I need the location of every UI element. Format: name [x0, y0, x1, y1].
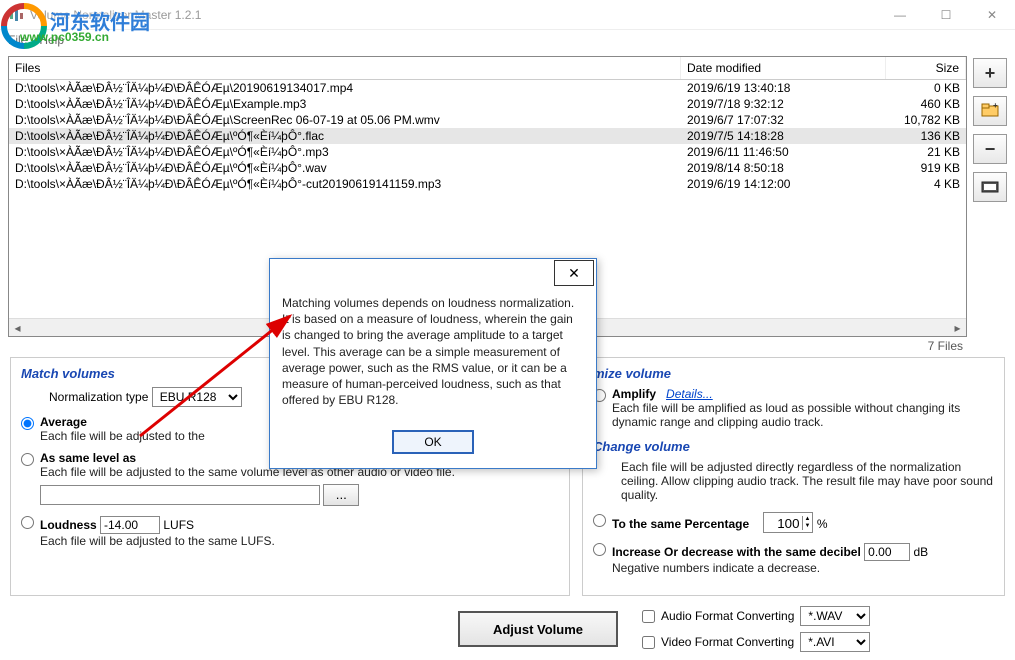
cell-date: 2019/6/19 13:40:18	[681, 80, 886, 96]
folder-plus-icon: +	[981, 103, 999, 120]
cell-path: D:\tools\×ÀÃæ\ÐÂ½¨ÎÄ¼þ¼Ð\ÐÂÊÓÆµ\20190619…	[9, 80, 681, 96]
titlebar: Volume Normalizer Master 1.2.1 — ☐ ✕	[0, 0, 1015, 30]
cell-size: 10,782 KB	[886, 112, 966, 128]
table-row[interactable]: D:\tools\×ÀÃæ\ÐÂ½¨ÎÄ¼þ¼Ð\ÐÂÊÓÆµ\ºÓ¶«Èí¼þ…	[9, 128, 966, 144]
window-title: Volume Normalizer Master 1.2.1	[30, 8, 201, 22]
plus-icon: +	[985, 63, 996, 84]
menu-file[interactable]: File	[8, 33, 27, 47]
right-group: mize volume Amplify Details... Each file…	[582, 357, 1005, 596]
table-row[interactable]: D:\tools\×ÀÃæ\ÐÂ½¨ÎÄ¼þ¼Ð\ÐÂÊÓÆµ\ºÓ¶«Èí¼þ…	[9, 160, 966, 176]
dialog-body-text: Matching volumes depends on loudness nor…	[270, 287, 596, 422]
cell-date: 2019/6/7 17:07:32	[681, 112, 886, 128]
decibel-label: Increase Or decrease with the same decib…	[612, 545, 861, 559]
amplify-desc: Each file will be amplified as loud as p…	[612, 401, 994, 429]
cell-path: D:\tools\×ÀÃæ\ÐÂ½¨ÎÄ¼þ¼Ð\ÐÂÊÓÆµ\ºÓ¶«Èí¼þ…	[9, 176, 681, 192]
cell-date: 2019/6/19 14:12:00	[681, 176, 886, 192]
decibel-note: Negative numbers indicate a decrease.	[612, 561, 928, 575]
cell-size: 919 KB	[886, 160, 966, 176]
normalization-type-label: Normalization type	[49, 390, 148, 404]
percentage-radio[interactable]	[593, 514, 606, 527]
audio-convert-label: Audio Format Converting	[661, 609, 794, 623]
adjust-volume-button[interactable]: Adjust Volume	[458, 611, 618, 647]
menu-help[interactable]: Help	[39, 33, 64, 47]
chevron-down-icon[interactable]: ▼	[802, 523, 813, 530]
cell-path: D:\tools\×ÀÃæ\ÐÂ½¨ÎÄ¼þ¼Ð\ÐÂÊÓÆµ\ºÓ¶«Èí¼þ…	[9, 128, 681, 144]
video-convert-checkbox[interactable]	[642, 636, 655, 649]
scroll-right-icon[interactable]: ▸	[949, 319, 966, 336]
average-label: Average	[40, 415, 205, 429]
table-row[interactable]: D:\tools\×ÀÃæ\ÐÂ½¨ÎÄ¼þ¼Ð\ÐÂÊÓÆµ\ºÓ¶«Èí¼þ…	[9, 144, 966, 160]
table-row[interactable]: D:\tools\×ÀÃæ\ÐÂ½¨ÎÄ¼þ¼Ð\ÐÂÊÓÆµ\20190619…	[9, 80, 966, 96]
amplify-label: Amplify	[612, 387, 656, 401]
column-header-files[interactable]: Files	[9, 57, 681, 79]
column-header-date[interactable]: Date modified	[681, 57, 886, 79]
decibel-input[interactable]	[864, 543, 910, 561]
cell-size: 136 KB	[886, 128, 966, 144]
cell-size: 460 KB	[886, 96, 966, 112]
cell-date: 2019/7/18 9:32:12	[681, 96, 886, 112]
loudness-radio[interactable]	[21, 516, 34, 529]
same-level-radio[interactable]	[21, 453, 34, 466]
cell-path: D:\tools\×ÀÃæ\ÐÂ½¨ÎÄ¼þ¼Ð\ÐÂÊÓÆµ\Example.…	[9, 96, 681, 112]
average-desc: Each file will be adjusted to the	[40, 429, 205, 443]
cell-size: 0 KB	[886, 80, 966, 96]
loudness-unit: LUFS	[163, 518, 194, 532]
clear-icon	[981, 177, 999, 198]
menubar: File Help	[0, 30, 1015, 50]
decibel-unit: dB	[913, 545, 928, 559]
decibel-radio[interactable]	[593, 543, 606, 556]
browse-button[interactable]: ...	[323, 484, 359, 506]
cell-date: 2019/7/5 14:18:28	[681, 128, 886, 144]
add-folder-button[interactable]: +	[973, 96, 1007, 126]
cell-path: D:\tools\×ÀÃæ\ÐÂ½¨ÎÄ¼þ¼Ð\ÐÂÊÓÆµ\ScreenRe…	[9, 112, 681, 128]
cell-path: D:\tools\×ÀÃæ\ÐÂ½¨ÎÄ¼þ¼Ð\ÐÂÊÓÆµ\ºÓ¶«Èí¼þ…	[9, 160, 681, 176]
audio-convert-checkbox[interactable]	[642, 610, 655, 623]
percentage-spinner[interactable]: ▲▼	[763, 512, 814, 533]
dialog-ok-button[interactable]: OK	[392, 430, 474, 454]
dialog-close-button[interactable]: ✕	[554, 260, 594, 286]
maximize-button[interactable]: ☐	[923, 0, 969, 30]
loudness-input[interactable]	[100, 516, 160, 534]
scroll-left-icon[interactable]: ◂	[9, 319, 26, 336]
cell-size: 21 KB	[886, 144, 966, 160]
minimize-button[interactable]: —	[877, 0, 923, 30]
minus-icon: −	[985, 139, 996, 160]
chevron-up-icon[interactable]: ▲	[802, 516, 813, 523]
info-dialog: ✕ Matching volumes depends on loudness n…	[269, 258, 597, 469]
clear-list-button[interactable]	[973, 172, 1007, 202]
table-row[interactable]: D:\tools\×ÀÃæ\ÐÂ½¨ÎÄ¼þ¼Ð\ÐÂÊÓÆµ\ºÓ¶«Èí¼þ…	[9, 176, 966, 192]
change-volume-desc: Each file will be adjusted directly rega…	[621, 460, 994, 502]
table-row[interactable]: D:\tools\×ÀÃæ\ÐÂ½¨ÎÄ¼þ¼Ð\ÐÂÊÓÆµ\Example.…	[9, 96, 966, 112]
change-volume-title: Change volume	[593, 439, 994, 454]
cell-size: 4 KB	[886, 176, 966, 192]
same-level-file-input[interactable]	[40, 485, 320, 505]
audio-format-select[interactable]: *.WAV	[800, 606, 870, 626]
remove-file-button[interactable]: −	[973, 134, 1007, 164]
video-convert-label: Video Format Converting	[661, 635, 794, 649]
app-icon	[8, 7, 24, 23]
file-count-label: 7 Files	[928, 339, 963, 353]
cell-date: 2019/6/11 11:46:50	[681, 144, 886, 160]
average-radio[interactable]	[21, 417, 34, 430]
cell-path: D:\tools\×ÀÃæ\ÐÂ½¨ÎÄ¼þ¼Ð\ÐÂÊÓÆµ\ºÓ¶«Èí¼þ…	[9, 144, 681, 160]
add-file-button[interactable]: +	[973, 58, 1007, 88]
details-link[interactable]: Details...	[666, 387, 713, 401]
percentage-label: To the same Percentage	[612, 517, 749, 531]
column-header-size[interactable]: Size	[886, 57, 966, 79]
video-format-select[interactable]: *.AVI	[800, 632, 870, 652]
svg-text:+: +	[993, 103, 998, 110]
table-row[interactable]: D:\tools\×ÀÃæ\ÐÂ½¨ÎÄ¼þ¼Ð\ÐÂÊÓÆµ\ScreenRe…	[9, 112, 966, 128]
cell-date: 2019/8/14 8:50:18	[681, 160, 886, 176]
maximize-volume-title: mize volume	[593, 366, 994, 381]
loudness-label: Loudness	[40, 518, 97, 532]
close-button[interactable]: ✕	[969, 0, 1015, 30]
percentage-input[interactable]	[764, 515, 802, 532]
loudness-desc: Each file will be adjusted to the same L…	[40, 534, 275, 548]
normalization-type-select[interactable]: EBU R128	[152, 387, 242, 407]
percentage-unit: %	[817, 517, 828, 531]
